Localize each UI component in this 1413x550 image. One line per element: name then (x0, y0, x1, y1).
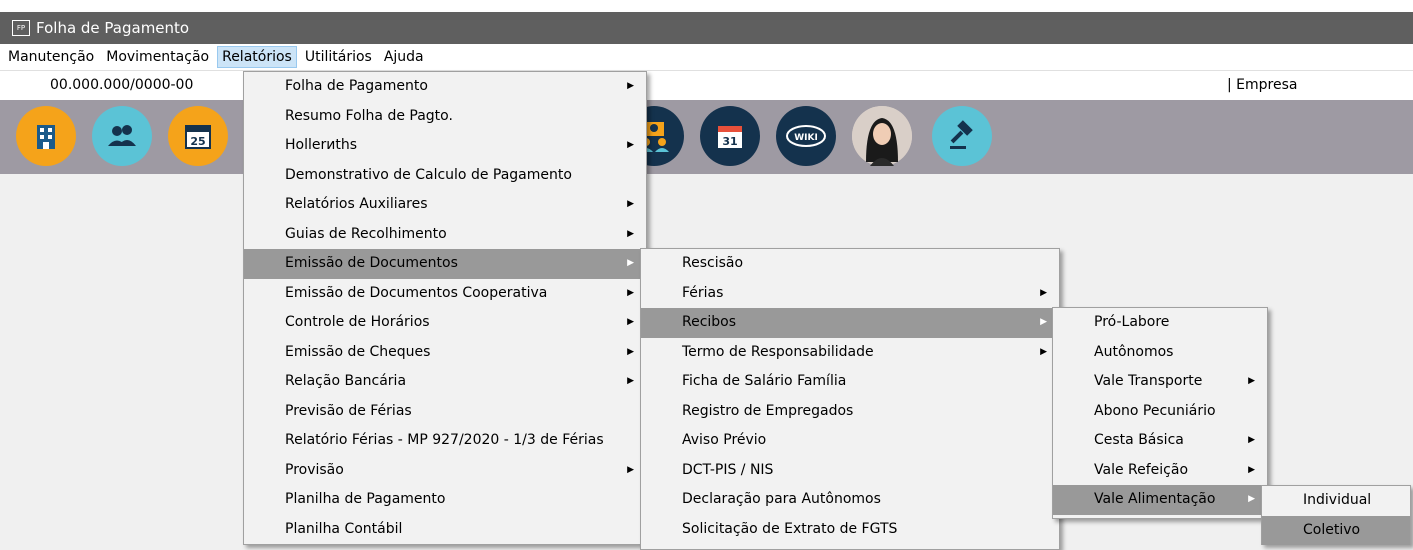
gavel-icon[interactable] (932, 106, 992, 166)
emissao-documentos-submenu: Rescisão Férias ▶ Recibos ▶ Termo de Respo… (640, 248, 1060, 550)
menu-item-relacao-bancaria[interactable]: Relação Bancária ▶ (244, 367, 646, 397)
menu-item-folha-pagamento[interactable]: Folha de Pagamento ▶ (244, 72, 646, 102)
menu-item-relatorios-auxiliares[interactable]: Relatórios Auxiliares ▶ (244, 190, 646, 220)
menu-item-previsao-ferias[interactable]: Previsão de Férias (244, 397, 646, 427)
app-icon: FP (12, 20, 30, 36)
top-strip (0, 0, 1413, 12)
menu-item-emissao-cooperativa[interactable]: Emissão de Documentos Cooperativa ▶ (244, 279, 646, 309)
menu-item-rescisao[interactable]: Rescisão (641, 249, 1059, 279)
submenu-arrow-icon: ▶ (627, 140, 634, 150)
submenu-arrow-icon: ▶ (1248, 494, 1255, 504)
menu-manutencao[interactable]: Manutenção (4, 46, 98, 68)
assistant-avatar-icon[interactable] (852, 106, 912, 166)
company-label: | Empresa (1227, 77, 1298, 93)
vale-alimentacao-submenu: Individual Coletivo (1261, 485, 1411, 545)
submenu-arrow-icon: ▶ (627, 464, 634, 475)
submenu-arrow-icon: ▶ (1040, 346, 1047, 357)
submenu-arrow-icon: ▶ (1040, 287, 1047, 298)
wiki-icon[interactable]: WIKI (776, 106, 836, 166)
submenu-arrow-icon: ▶ (1248, 464, 1255, 475)
submenu-arrow-icon: ▶ (627, 228, 634, 239)
menu-item-extrato-fgts[interactable]: Solicitação de Extrato de FGTS (641, 515, 1059, 545)
title-bar: FP Folha de Pagamento (0, 12, 1413, 44)
recibos-submenu: Pró-Labore Autônomos Vale Transporte ▶ Ab… (1052, 307, 1268, 519)
submenu-arrow-icon: ▶ (627, 317, 634, 327)
menu-item-guias-recolhimento[interactable]: Guias de Recolhimento ▶ (244, 220, 646, 250)
menu-item-demonstrativo[interactable]: Demonstrativo de Calculo de Pagamento (244, 161, 646, 191)
submenu-arrow-icon: ▶ (627, 258, 634, 268)
menu-item-recibos[interactable]: Recibos ▶ (641, 308, 1059, 338)
calendar-25-icon[interactable]: 25 (168, 106, 228, 166)
menu-item-vale-alimentacao[interactable]: Vale Alimentação ▶ (1053, 485, 1267, 515)
menu-item-vale-refeicao[interactable]: Vale Refeição ▶ (1053, 456, 1267, 486)
menu-item-pro-labore[interactable]: Pró-Labore (1053, 308, 1267, 338)
menu-item-aviso-previo[interactable]: Aviso Prévio (641, 426, 1059, 456)
submenu-arrow-icon: ▶ (1248, 435, 1255, 445)
menu-item-individual[interactable]: Individual (1262, 486, 1410, 516)
submenu-arrow-icon: ▶ (627, 287, 634, 298)
company-cnpj: 00.000.000/0000-00 (50, 77, 194, 93)
window-title: Folha de Pagamento (36, 19, 190, 37)
menu-relatorios[interactable]: Relatórios (217, 46, 297, 68)
menu-item-coletivo[interactable]: Coletivo (1262, 515, 1410, 545)
submenu-arrow-icon: ▶ (627, 376, 634, 386)
menu-item-cesta-basica[interactable]: Cesta Básica ▶ (1053, 426, 1267, 456)
calendar-31-day: 31 (722, 135, 737, 148)
menu-item-registro-empregados[interactable]: Registro de Empregados (641, 397, 1059, 427)
calendar-25-day: 25 (190, 135, 205, 148)
menu-item-vale-transporte[interactable]: Vale Transporte ▶ (1053, 367, 1267, 397)
info-bar: 00.000.000/0000-00 | Empresa (0, 70, 1413, 101)
menu-item-holleriths[interactable]: Hollerиths ▶ (244, 131, 646, 161)
menu-item-planilha-contabil[interactable]: Planilha Contábil (244, 515, 646, 545)
menu-item-relatorio-ferias-mp[interactable]: Relatório Férias - MP 927/2020 - 1/3 de … (244, 426, 646, 456)
submenu-arrow-icon: ▶ (1248, 376, 1255, 386)
submenu-arrow-icon: ▶ (1040, 317, 1047, 327)
menu-item-controle-horarios[interactable]: Controle de Horários ▶ (244, 308, 646, 338)
menu-item-provisao[interactable]: Provisão ▶ (244, 456, 646, 486)
menu-utilitarios[interactable]: Utilitários (301, 46, 376, 68)
submenu-arrow-icon: ▶ (627, 346, 634, 357)
menu-item-declaracao-autonomos[interactable]: Declaração para Autônomos (641, 485, 1059, 515)
menu-movimentacao[interactable]: Movimentação (102, 46, 213, 68)
menu-item-dct-pis-nis[interactable]: DCT-PIS / NIS (641, 456, 1059, 486)
building-icon[interactable] (16, 106, 76, 166)
menu-item-ferias[interactable]: Férias ▶ (641, 279, 1059, 309)
wiki-label: WIKI (794, 133, 818, 143)
submenu-arrow-icon: ▶ (627, 199, 634, 209)
relatorios-menu: Folha de Pagamento ▶ Resumo Folha de Pagt… (243, 71, 647, 545)
menu-item-emissao-documentos[interactable]: Emissão de Documentos ▶ (244, 249, 646, 279)
menu-item-resumo-folha[interactable]: Resumo Folha de Pagto. (244, 102, 646, 132)
menu-item-termo-responsabilidade[interactable]: Termo de Responsabilidade ▶ (641, 338, 1059, 368)
submenu-arrow-icon: ▶ (627, 81, 634, 91)
menu-ajuda[interactable]: Ajuda (380, 46, 428, 68)
users-icon[interactable] (92, 106, 152, 166)
menu-item-autonomos[interactable]: Autônomos (1053, 338, 1267, 368)
menu-bar: Manutenção Movimentação Relatórios Utili… (0, 44, 1413, 70)
menu-item-emissao-cheques[interactable]: Emissão de Cheques ▶ (244, 338, 646, 368)
menu-item-planilha-pagamento[interactable]: Planilha de Pagamento (244, 485, 646, 515)
menu-item-ficha-salario-familia[interactable]: Ficha de Salário Família (641, 367, 1059, 397)
toolbar: 25 31 WIKI (0, 100, 1413, 174)
menu-item-abono-pecuniario[interactable]: Abono Pecuniário (1053, 397, 1267, 427)
calendar-31-icon[interactable]: 31 (700, 106, 760, 166)
